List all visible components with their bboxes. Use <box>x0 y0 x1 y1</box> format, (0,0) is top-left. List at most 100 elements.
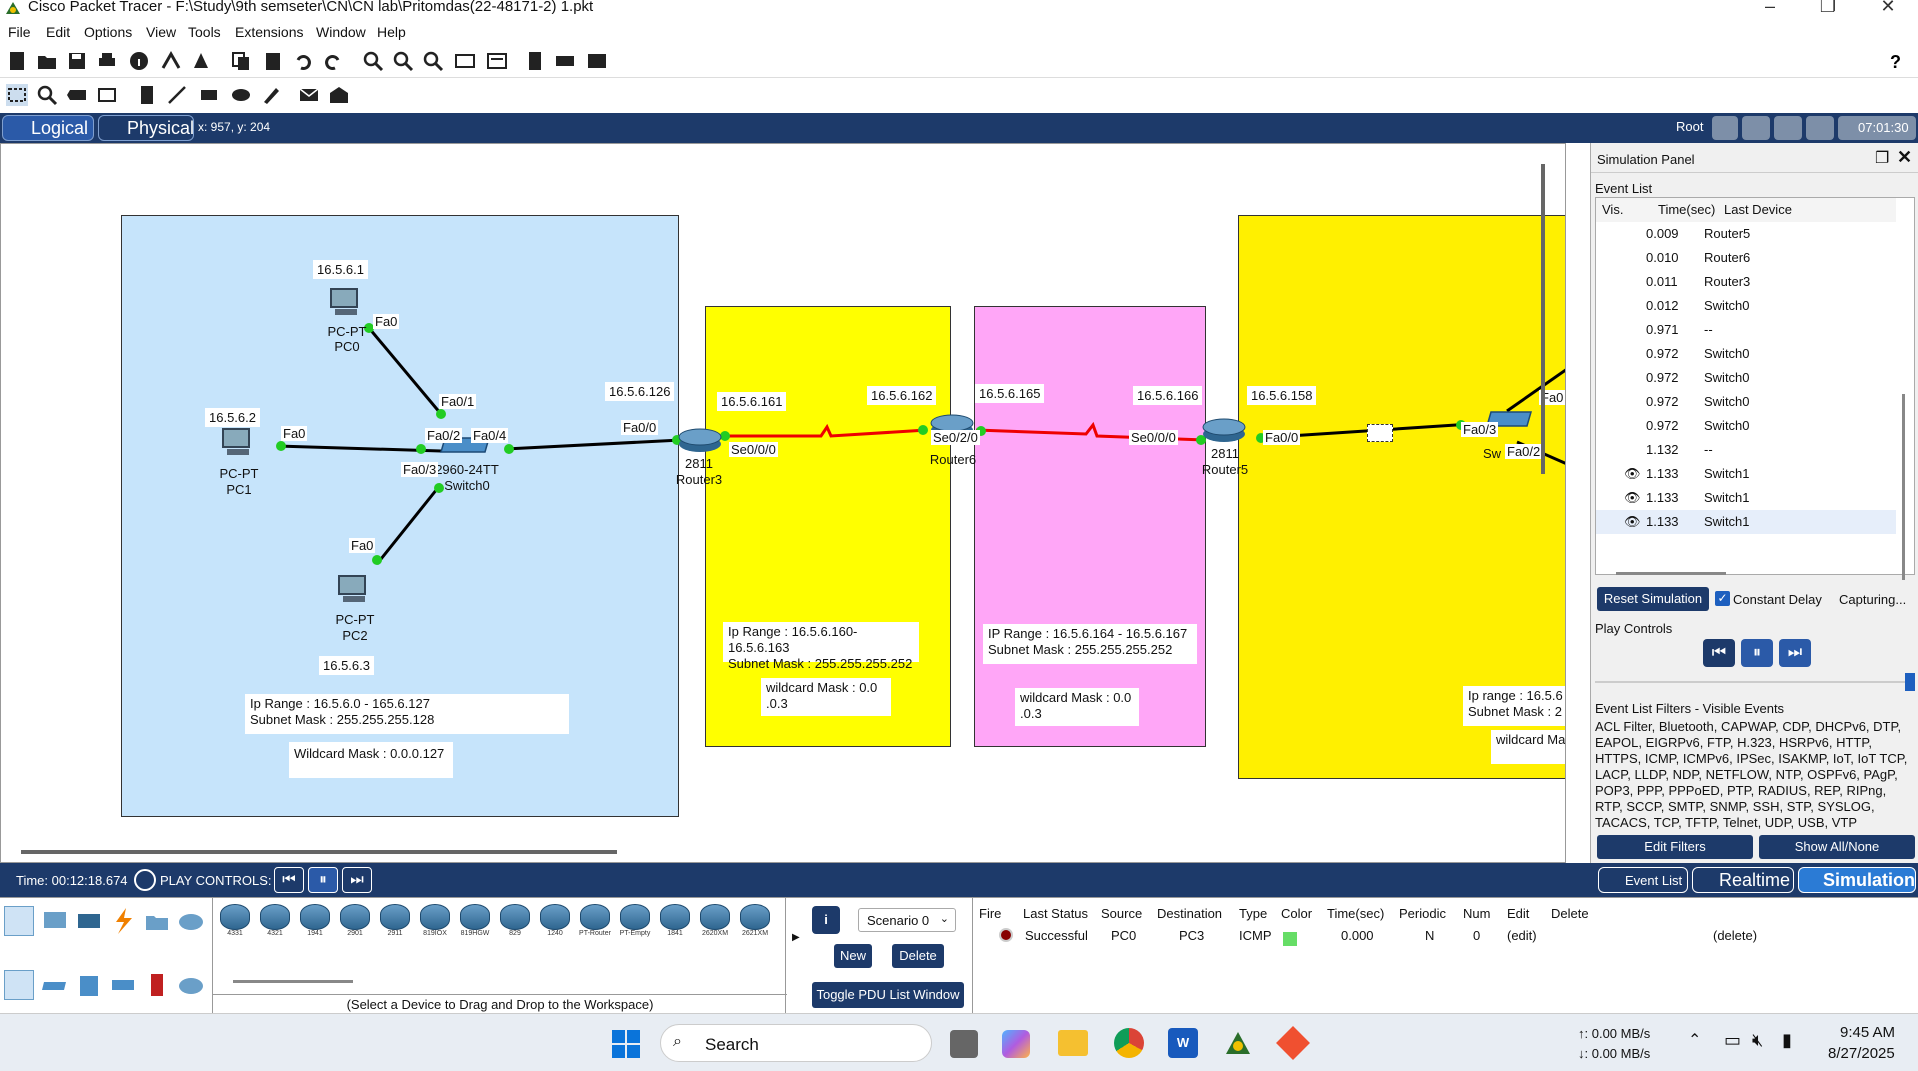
scenario-info-icon[interactable]: i <box>812 906 840 934</box>
speed-slider-thumb[interactable] <box>1905 673 1915 691</box>
event-list-vscroll[interactable] <box>1902 394 1905 580</box>
device-tile[interactable]: 2620XM <box>697 904 733 942</box>
event-list-button[interactable]: Event List <box>1598 867 1688 893</box>
resize-tool-icon[interactable] <box>96 84 118 106</box>
speed-slider-track[interactable] <box>1595 681 1913 683</box>
back-icon[interactable] <box>1712 116 1738 140</box>
router5-icon[interactable] <box>1201 414 1247 444</box>
tab-physical[interactable]: Physical <box>98 115 194 141</box>
multiuser-category-icon[interactable] <box>176 906 206 936</box>
menu-file[interactable]: File <box>8 24 31 40</box>
edit-filters-button[interactable]: Edit Filters <box>1597 835 1753 859</box>
task-view-icon[interactable] <box>950 1030 978 1058</box>
connections-category-icon[interactable] <box>108 906 138 936</box>
fire-pdu-icon[interactable] <box>999 928 1013 942</box>
draw-line-icon[interactable] <box>166 84 188 106</box>
device-tile[interactable]: 1240 <box>537 904 573 942</box>
bottom-back-button[interactable]: ⏮ <box>274 867 304 893</box>
activity-wizard-icon[interactable] <box>190 50 212 72</box>
device-tile[interactable]: 829 <box>497 904 533 942</box>
toggle-pdu-list-button[interactable]: Toggle PDU List Window <box>812 982 964 1008</box>
device-tile[interactable]: 4321 <box>257 904 293 942</box>
scenario-select[interactable]: Scenario 0 ⌄ <box>858 908 956 932</box>
menu-edit[interactable]: Edit <box>46 24 70 40</box>
device-tile[interactable]: 1841 <box>657 904 693 942</box>
chrome-icon[interactable] <box>1114 1028 1144 1058</box>
copy-icon[interactable] <box>230 50 252 72</box>
reset-simulation-button[interactable]: Reset Simulation <box>1597 587 1709 611</box>
power-cycle-icon[interactable] <box>134 869 156 891</box>
new-scenario-button[interactable]: New <box>834 944 872 968</box>
collapse-arrow-icon[interactable]: ▶ <box>792 932 800 943</box>
event-row[interactable]: 👁︎ 1.133 Switch1 <box>1596 486 1896 510</box>
canvas-vscroll[interactable] <box>1541 164 1545 474</box>
event-row[interactable]: 👁︎ 1.133 Switch1 <box>1596 510 1896 534</box>
event-row[interactable]: 0.972 Switch0 <box>1596 414 1896 438</box>
delete-scenario-button[interactable]: Delete <box>892 944 944 968</box>
ipc-icon[interactable] <box>586 50 608 72</box>
file-explorer-icon[interactable] <box>1058 1030 1088 1056</box>
canvas-hscroll[interactable] <box>21 850 617 854</box>
event-row[interactable]: 0.972 Switch0 <box>1596 366 1896 390</box>
router3-icon[interactable] <box>677 424 723 454</box>
help-icon[interactable]: ? <box>1884 50 1906 72</box>
background-image-icon[interactable] <box>1806 116 1834 140</box>
panel-close-icon[interactable]: ✕ <box>1897 147 1912 168</box>
minimize-icon[interactable]: – <box>1750 0 1790 17</box>
pause-button[interactable]: ⏸ <box>1741 639 1773 667</box>
event-row[interactable]: 👁︎ 1.133 Switch1 <box>1596 462 1896 486</box>
undock-icon[interactable]: ❐ <box>1875 148 1889 168</box>
zoom-in-icon[interactable] <box>362 50 384 72</box>
save-icon[interactable] <box>66 50 88 72</box>
menu-extensions[interactable]: Extensions <box>235 24 303 40</box>
zoom-reset-icon[interactable] <box>392 50 414 72</box>
event-row[interactable]: 0.972 Switch0 <box>1596 342 1896 366</box>
logical-workspace[interactable]: 16.5.6.1 16.5.6.2 16.5.6.3 16.5.6.126 PC… <box>0 143 1566 863</box>
security-subcategory-icon[interactable] <box>142 970 172 1000</box>
print-icon[interactable] <box>96 50 118 72</box>
inspect-tool-icon[interactable] <box>36 84 58 106</box>
navigation-icon[interactable] <box>1774 116 1802 140</box>
hubs-subcategory-icon[interactable] <box>74 970 104 1000</box>
paste-icon[interactable] <box>262 50 284 72</box>
add-simple-pdu-icon[interactable] <box>298 84 320 106</box>
undo-icon[interactable] <box>292 50 314 72</box>
pc2-icon[interactable] <box>335 574 371 604</box>
device-tile[interactable]: 819IOX <box>417 904 453 942</box>
add-complex-pdu-icon[interactable] <box>328 84 350 106</box>
step-back-button[interactable]: ⏮ <box>1703 639 1735 667</box>
menu-tools[interactable]: Tools <box>188 24 221 40</box>
event-row[interactable]: 0.011 Router3 <box>1596 270 1896 294</box>
close-icon[interactable]: ✕ <box>1868 0 1908 17</box>
redo-icon[interactable] <box>322 50 344 72</box>
pdu-delete-link[interactable]: (delete) <box>1713 928 1757 943</box>
event-row[interactable]: 0.971 -- <box>1596 318 1896 342</box>
packet-tracer-taskbar-icon[interactable] <box>1222 1028 1254 1058</box>
draw-ellipse-icon[interactable] <box>230 84 252 106</box>
device-tile[interactable]: 2911 <box>377 904 413 942</box>
routers-subcategory-icon[interactable] <box>4 970 34 1000</box>
word-icon[interactable]: W <box>1168 1028 1198 1058</box>
device-list-hscroll[interactable] <box>233 980 353 983</box>
pdu-envelope-icon[interactable] <box>1367 424 1393 442</box>
menu-view[interactable]: View <box>146 24 176 40</box>
chevron-up-icon[interactable]: ⌃ <box>1688 1030 1701 1050</box>
device-template-icon[interactable] <box>554 50 576 72</box>
info-icon[interactable] <box>128 50 150 72</box>
select-tool-icon[interactable] <box>6 84 28 106</box>
event-list-hscroll[interactable] <box>1616 572 1726 575</box>
device-tile[interactable]: 1941 <box>297 904 333 942</box>
place-note-icon[interactable] <box>136 84 158 106</box>
menu-options[interactable]: Options <box>84 24 132 40</box>
bottom-pause-button[interactable]: ⏸ <box>308 867 338 893</box>
menu-window[interactable]: Window <box>316 24 366 40</box>
device-tile[interactable]: PT-Router <box>577 904 613 942</box>
device-tile[interactable]: 2621XM <box>737 904 773 942</box>
freeform-icon[interactable] <box>260 84 282 106</box>
constant-delay-checkbox[interactable]: ✓ <box>1715 591 1730 606</box>
event-row[interactable]: 0.012 Switch0 <box>1596 294 1896 318</box>
components-category-icon[interactable] <box>74 906 104 936</box>
device-tile[interactable]: 2901 <box>337 904 373 942</box>
new-file-icon[interactable] <box>6 50 28 72</box>
menu-help[interactable]: Help <box>377 24 406 40</box>
